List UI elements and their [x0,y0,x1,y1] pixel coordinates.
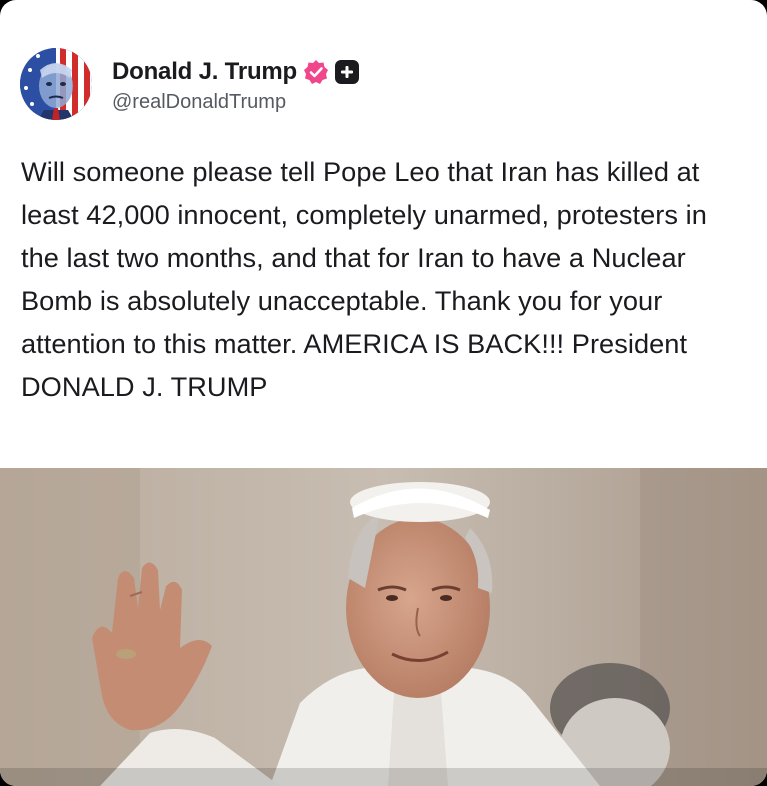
author-display-name[interactable]: Donald J. Trump [112,58,297,86]
post-header: Donald J. Trump @realDonaldTrump [20,46,360,122]
post-body-text: Will someone please tell Pope Leo that I… [21,156,707,402]
follow-plus-icon[interactable] [335,59,360,84]
post-card: Donald J. Trump @realDonaldTrump Will so… [0,0,767,786]
avatar[interactable] [20,48,92,120]
verified-badge-icon [303,59,329,85]
author-names: Donald J. Trump @realDonaldTrump [112,55,360,114]
author-handle[interactable]: @realDonaldTrump [112,91,359,114]
post-photo[interactable] [0,468,767,786]
photo-pope-waving-icon [0,468,767,786]
avatar-flag-portrait-icon [20,48,92,120]
name-row: Donald J. Trump [112,55,360,89]
